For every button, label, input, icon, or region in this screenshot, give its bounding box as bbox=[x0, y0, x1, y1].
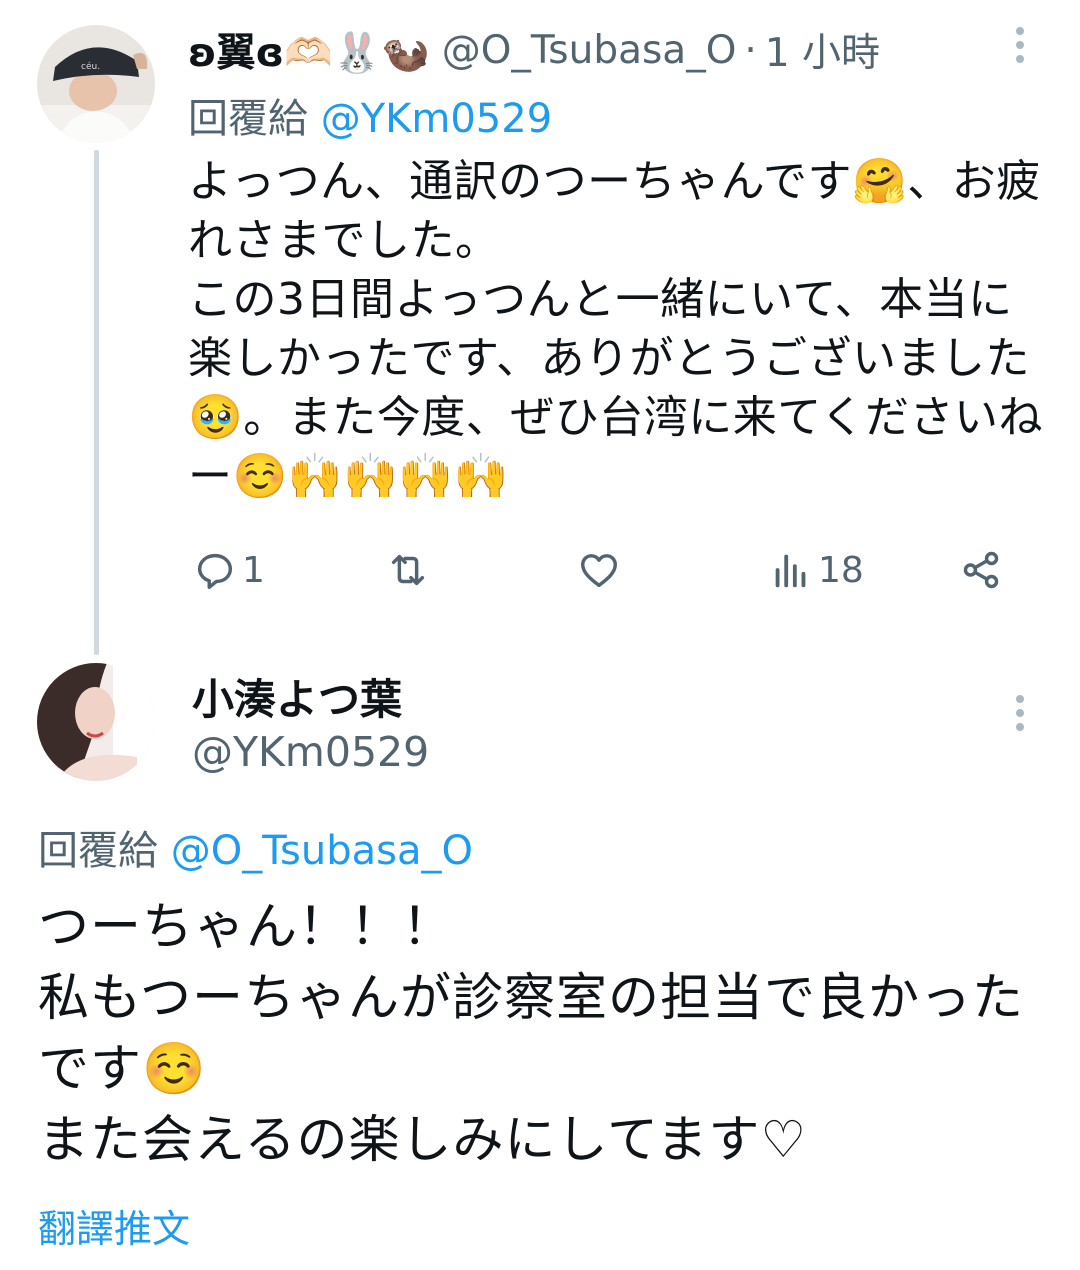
tweet2-handle[interactable]: @YKm0529 bbox=[192, 728, 429, 776]
translate-tweet-link[interactable]: 翻譯推文 bbox=[38, 1198, 190, 1253]
retweet-icon bbox=[391, 554, 425, 586]
more-options-icon[interactable] bbox=[1000, 20, 1040, 70]
tweet1-handle[interactable]: @O_Tsubasa_O bbox=[442, 28, 737, 73]
reply-prefix: 回覆給 bbox=[188, 96, 308, 142]
reply-mention-link[interactable]: @O_Tsubasa_O bbox=[171, 828, 473, 874]
tweet1-separator: · bbox=[744, 27, 757, 73]
tweet2-display-name[interactable]: 小湊よつ葉 bbox=[192, 666, 402, 727]
like-button[interactable] bbox=[576, 540, 626, 600]
reply-button[interactable]: 1 bbox=[192, 540, 265, 600]
reply-prefix: 回覆給 bbox=[38, 828, 158, 874]
tweet2-avatar[interactable] bbox=[37, 663, 155, 781]
tweet1-display-name[interactable]: ʚ翼ɞ🫶🏻🐰🦦 bbox=[188, 22, 430, 78]
share-button[interactable] bbox=[958, 540, 1004, 600]
tweet1-text: よっつん、通訳のつーちゃんです🤗、お疲れさまでした。 この3日間よっつんと一緒に… bbox=[188, 156, 1043, 502]
reply-count: 1 bbox=[242, 549, 265, 591]
svg-text:céu.: céu. bbox=[81, 61, 100, 72]
more-options-icon[interactable] bbox=[1000, 688, 1040, 738]
tweet2-text: つーちゃん！！！ 私もつーちゃんが診察室の担当で良かったです☺️ また会えるの楽… bbox=[38, 898, 1024, 1170]
avatar-image bbox=[37, 663, 155, 781]
views-icon bbox=[775, 554, 806, 588]
reply-mention-link[interactable]: @YKm0529 bbox=[321, 96, 552, 142]
tweet1-reply-context: 回覆給 @YKm0529 bbox=[188, 86, 552, 144]
share-icon bbox=[963, 551, 999, 589]
views-button[interactable]: 18 bbox=[768, 540, 864, 600]
like-icon bbox=[580, 554, 618, 588]
avatar-image: céu. bbox=[37, 25, 155, 143]
views-count: 18 bbox=[818, 549, 864, 591]
retweet-button[interactable] bbox=[385, 540, 435, 600]
thread-connector-line bbox=[94, 150, 99, 655]
tweet2-reply-context: 回覆給 @O_Tsubasa_O bbox=[38, 818, 473, 876]
reply-icon bbox=[197, 553, 233, 589]
tweet1-avatar[interactable]: céu. bbox=[37, 25, 155, 143]
tweet1-timestamp[interactable]: 1 小時 bbox=[765, 22, 880, 78]
tweet1-header: ʚ翼ɞ🫶🏻🐰🦦 @O_Tsubasa_O · 1 小時 bbox=[188, 20, 880, 80]
